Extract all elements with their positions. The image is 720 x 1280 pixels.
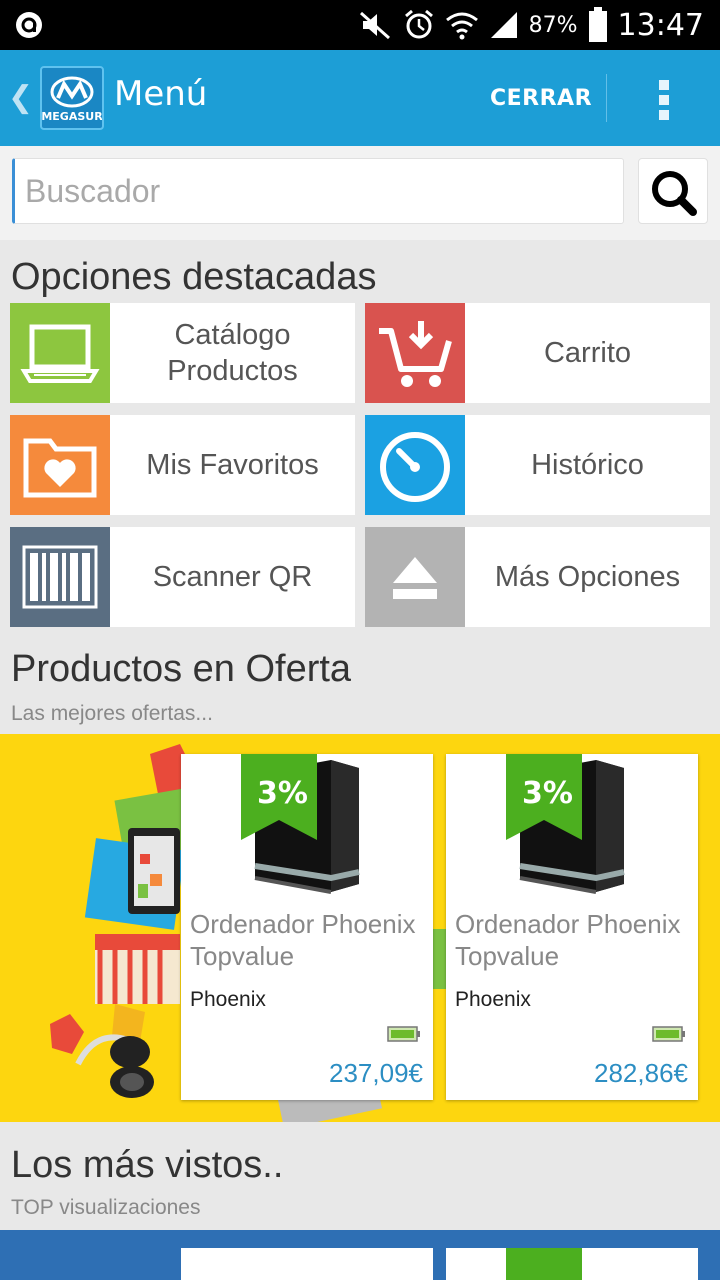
stock-battery-icon <box>387 1026 420 1042</box>
cart-icon <box>365 303 465 403</box>
stock-battery-icon <box>652 1026 685 1042</box>
most-viewed-card-1[interactable] <box>181 1248 433 1280</box>
featured-heading: Opciones destacadas <box>11 256 377 298</box>
folder-heart-icon <box>10 415 110 515</box>
product-price: 282,86€ <box>594 1058 688 1088</box>
status-bar: 87% 13:47 <box>0 0 720 50</box>
product-brand: Phoenix <box>455 988 531 1011</box>
product-card-1[interactable]: 3% Ordenador Phoenix Topvalue Phoenix 23… <box>181 754 433 1100</box>
offers-heading: Productos en Oferta <box>11 648 352 690</box>
discount-badge <box>506 1248 582 1280</box>
search-input[interactable]: Buscador <box>12 158 624 224</box>
product-name: Ordenador Phoenix Topvalue <box>455 909 681 971</box>
discount-label: 3% <box>257 776 308 811</box>
tile-history[interactable]: Histórico <box>365 415 710 515</box>
barcode-icon <box>10 527 110 627</box>
tile-catalog-label: Catálogo Productos <box>167 319 298 387</box>
tile-history-label: Histórico <box>531 449 644 481</box>
tile-favorites-label: Mis Favoritos <box>146 449 319 481</box>
offers-subheading: Las mejores ofertas... <box>11 702 213 725</box>
most-viewed-card-2[interactable] <box>446 1248 698 1280</box>
battery-icon <box>588 7 607 42</box>
signal-icon <box>490 12 517 38</box>
product-card-2[interactable]: 3% Ordenador Phoenix Topvalue Phoenix 28… <box>446 754 698 1100</box>
mute-icon <box>359 11 390 40</box>
alarm-icon <box>404 9 433 39</box>
timer-icon <box>365 415 465 515</box>
most-viewed-banner <box>0 1230 720 1280</box>
megasur-logo-icon: MEGASUR <box>41 76 103 123</box>
tile-catalog[interactable]: Catálogo Productos <box>10 303 355 403</box>
app-logo[interactable]: MEGASUR <box>40 66 104 130</box>
search-button[interactable] <box>638 158 708 224</box>
back-chevron-icon[interactable]: ❮ <box>8 80 33 115</box>
laptop-icon <box>10 303 110 403</box>
overflow-menu-icon[interactable] <box>650 80 678 120</box>
search-icon <box>652 171 697 216</box>
page-title: Menú <box>114 74 208 114</box>
product-brand: Phoenix <box>190 988 266 1011</box>
tile-scanner[interactable]: Scanner QR <box>10 527 355 627</box>
tile-more-options-label: Más Opciones <box>494 561 681 593</box>
most-viewed-heading: Los más vistos.. <box>11 1144 284 1186</box>
clock: 13:47 <box>617 7 704 43</box>
battery-percent: 87% <box>528 12 578 38</box>
search-bar: Buscador <box>0 146 720 240</box>
action-bar: ❮ MEGASUR Menú CERRAR <box>0 50 720 146</box>
offers-banner: 3% Ordenador Phoenix Topvalue Phoenix 23… <box>0 734 720 1122</box>
eject-icon <box>365 527 465 627</box>
tile-cart-label: Carrito <box>543 337 631 369</box>
most-viewed-subheading: TOP visualizaciones <box>11 1196 201 1219</box>
action-divider <box>606 74 607 122</box>
product-price: 237,09€ <box>329 1058 423 1088</box>
tile-cart[interactable]: Carrito <box>365 303 710 403</box>
wifi-icon <box>445 12 478 40</box>
svg-text:MEGASUR: MEGASUR <box>42 110 102 123</box>
app-notification-icon <box>16 12 42 38</box>
product-name: Ordenador Phoenix Topvalue <box>190 909 416 971</box>
tile-more-options[interactable]: Más Opciones <box>365 527 710 627</box>
tile-scanner-label: Scanner QR <box>152 561 313 593</box>
tile-favorites[interactable]: Mis Favoritos <box>10 415 355 515</box>
close-button[interactable]: CERRAR <box>490 86 592 111</box>
discount-label: 3% <box>522 776 573 811</box>
